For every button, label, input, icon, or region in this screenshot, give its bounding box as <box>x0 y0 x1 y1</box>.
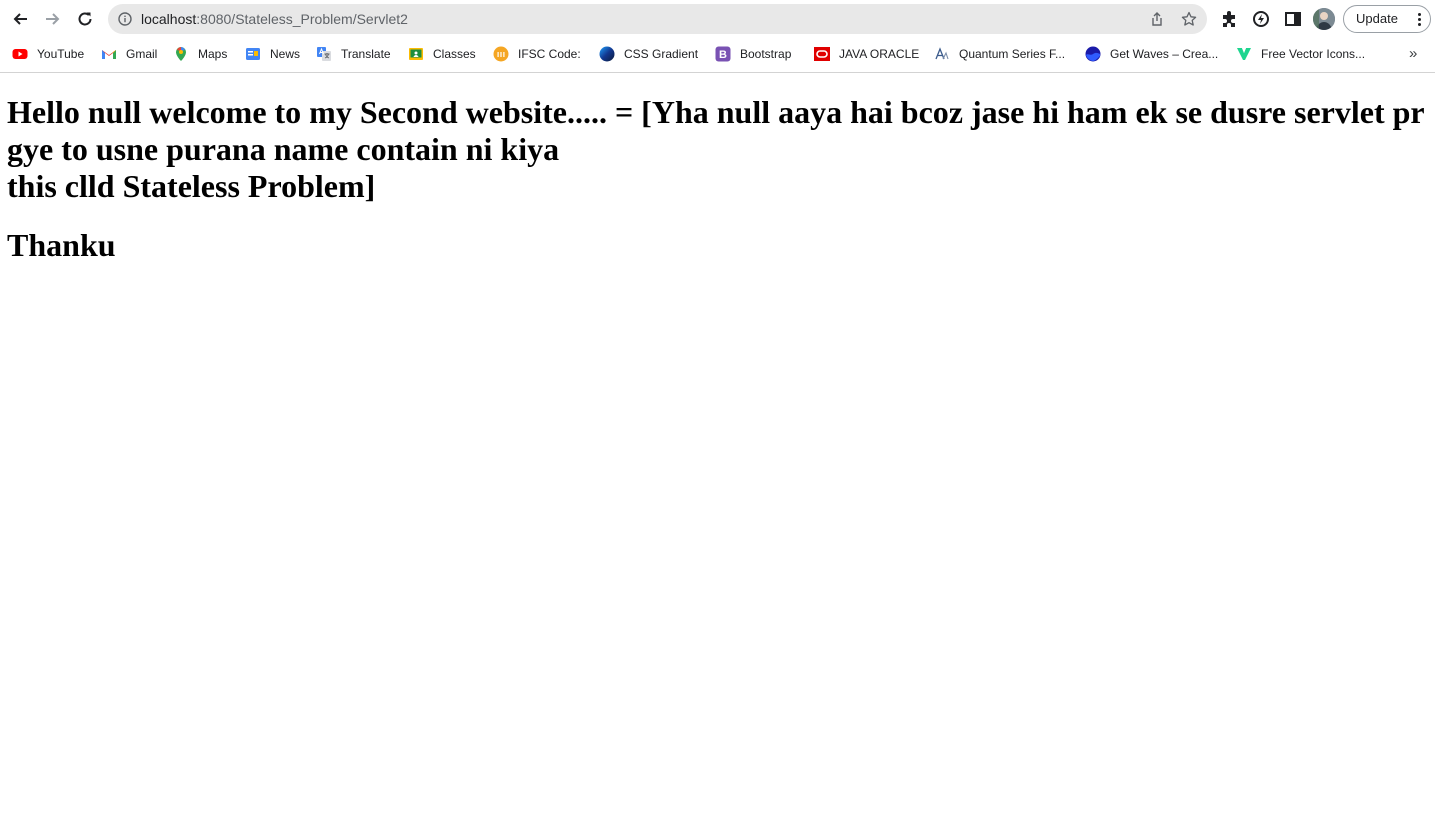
bookmark-label: Bootstrap <box>740 47 792 61</box>
forward-button[interactable] <box>40 6 66 32</box>
vector-icon <box>1237 48 1251 60</box>
bookmark-ifsc[interactable]: IFSC Code: <box>493 45 581 63</box>
bookmark-label: YouTube <box>37 47 85 61</box>
maps-pin-icon <box>176 47 186 61</box>
bookmark-maps[interactable]: Maps <box>173 45 227 63</box>
browser-toolbar: localhost:8080/Stateless_Problem/Servlet… <box>0 0 1435 38</box>
performance-icon[interactable] <box>1251 9 1271 29</box>
bookmark-label: Translate <box>341 47 391 61</box>
bookmark-java-oracle[interactable]: JAVA ORACLE <box>814 45 919 63</box>
youtube-icon <box>12 49 28 59</box>
page-content: Hello null welcome to my Second website.… <box>7 94 1429 264</box>
update-button-label: Update <box>1356 11 1398 26</box>
back-arrow-icon <box>13 13 27 25</box>
main-heading: Hello null welcome to my Second website.… <box>7 94 1429 205</box>
bookmark-gmail[interactable]: Gmail <box>101 45 157 63</box>
url-host: localhost <box>141 11 197 27</box>
share-icon[interactable] <box>1149 11 1165 27</box>
reload-button[interactable] <box>72 6 98 32</box>
bookmark-quantum[interactable]: Quantum Series F... <box>934 45 1065 63</box>
bookmark-free-vector-icons[interactable]: Free Vector Icons... <box>1236 45 1365 63</box>
side-panel-icon[interactable] <box>1283 9 1303 29</box>
css-gradient-icon <box>599 46 615 62</box>
bookmark-label: Quantum Series F... <box>959 47 1066 61</box>
bookmark-star-icon[interactable] <box>1181 11 1197 27</box>
bookmark-css-gradient[interactable]: CSS Gradient <box>599 45 698 63</box>
profile-avatar[interactable] <box>1313 8 1335 30</box>
bookmark-label: News <box>270 47 301 61</box>
quantum-icon <box>935 47 949 60</box>
classroom-icon <box>409 48 423 60</box>
info-icon[interactable] <box>118 12 132 26</box>
forward-arrow-icon <box>46 13 60 25</box>
bookmark-news[interactable]: News <box>245 45 300 63</box>
extensions-icon[interactable] <box>1219 9 1239 29</box>
bookmark-get-waves[interactable]: Get Waves – Crea... <box>1085 45 1218 63</box>
bookmark-youtube[interactable]: YouTube <box>12 45 84 63</box>
more-bookmarks-chevron-icon[interactable]: » <box>1409 45 1417 62</box>
ifsc-icon <box>493 46 509 62</box>
oracle-icon <box>814 47 830 61</box>
news-icon <box>246 48 260 60</box>
waves-icon <box>1085 46 1101 62</box>
toolbar-divider <box>0 72 1435 73</box>
heading-line-2: gye to usne purana name contain ni kiya <box>7 131 560 167</box>
bookmark-translate[interactable]: Translate <box>316 45 391 63</box>
more-menu-icon[interactable] <box>1418 13 1421 26</box>
reload-icon <box>78 12 92 26</box>
bootstrap-icon: B <box>715 46 731 62</box>
bookmark-label: Free Vector Icons... <box>1261 47 1366 61</box>
back-button[interactable] <box>7 6 33 32</box>
address-bar[interactable]: localhost:8080/Stateless_Problem/Servlet… <box>108 4 1207 34</box>
avatar-image-icon <box>1313 8 1335 30</box>
heading-line-3: this clld Stateless Problem] <box>7 168 376 204</box>
translate-icon <box>317 47 331 61</box>
bookmark-classes[interactable]: Classes <box>408 45 476 63</box>
bookmark-label: IFSC Code: <box>518 47 581 61</box>
bookmark-label: Maps <box>198 47 228 61</box>
bookmark-label: Gmail <box>126 47 158 61</box>
svg-text:B: B <box>719 49 727 61</box>
bookmark-label: CSS Gradient <box>624 47 699 61</box>
update-button[interactable]: Update <box>1343 5 1431 33</box>
url-text[interactable]: localhost:8080/Stateless_Problem/Servlet… <box>141 10 408 28</box>
bookmark-bootstrap[interactable]: B Bootstrap <box>715 45 791 63</box>
bookmark-label: Classes <box>433 47 476 61</box>
gmail-icon <box>102 50 116 59</box>
bookmarks-bar: YouTube Gmail Maps News Translate Classe… <box>0 40 1435 68</box>
thanks-heading: Thanku <box>7 227 116 263</box>
url-path: :8080/Stateless_Problem/Servlet2 <box>196 11 408 27</box>
bookmark-label: JAVA ORACLE <box>839 47 920 61</box>
bookmark-label: Get Waves – Crea... <box>1110 47 1219 61</box>
heading-line-1: Hello null welcome to my Second website.… <box>7 94 1425 130</box>
